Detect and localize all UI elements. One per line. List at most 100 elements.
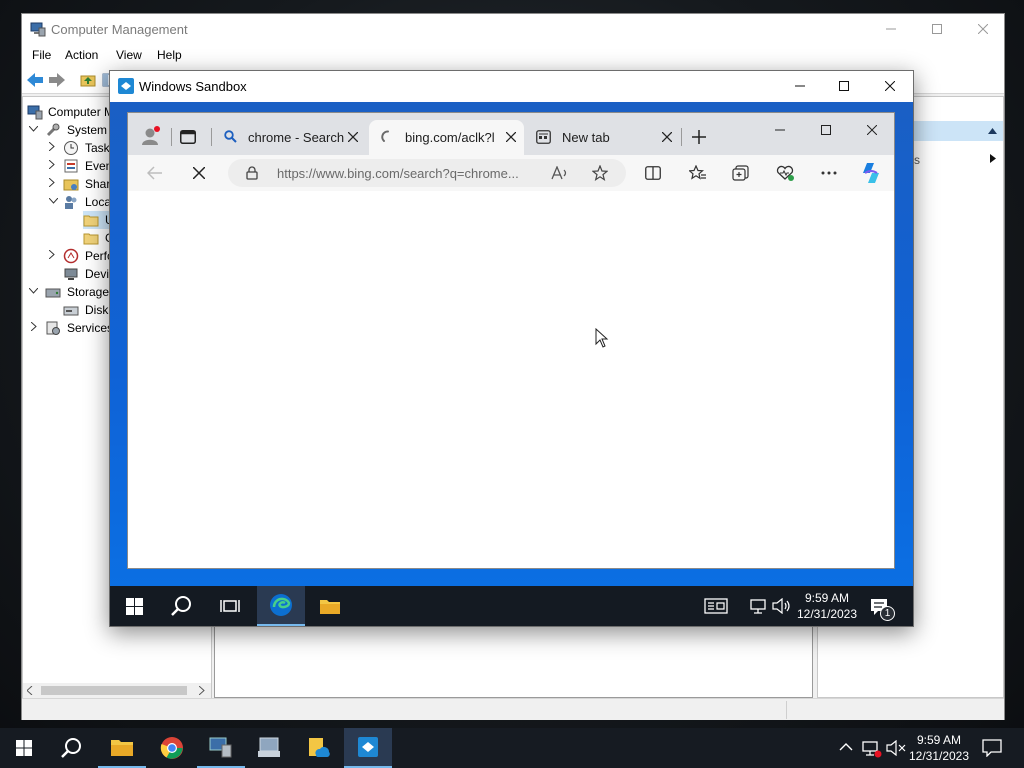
chevron-right-icon[interactable] [49, 160, 55, 169]
shared-folder-icon [63, 176, 79, 192]
split-screen-icon[interactable] [645, 166, 661, 180]
scroll-thumb[interactable] [41, 686, 187, 695]
collections-icon[interactable] [732, 165, 750, 181]
tab-label: bing.com/aclk?ld [405, 130, 495, 145]
file-explorer-taskbar-icon[interactable] [98, 728, 146, 768]
tab-new-tab[interactable]: New tab [528, 120, 673, 155]
new-tab-plus-icon[interactable] [692, 130, 706, 144]
folder-icon [83, 230, 99, 246]
favorites-icon[interactable] [689, 165, 707, 181]
cm-title-bar[interactable]: Computer Management [22, 14, 1004, 45]
network-icon[interactable] [750, 598, 768, 614]
sandbox-start-button[interactable] [110, 586, 158, 626]
back-arrow-icon[interactable] [147, 166, 163, 180]
close-tab-icon[interactable] [348, 132, 358, 142]
chrome-taskbar-icon[interactable] [148, 728, 196, 768]
show-hidden-icons-chevron[interactable] [839, 742, 853, 752]
more-options-icon[interactable] [821, 171, 837, 175]
sandbox-taskbar-icon[interactable] [344, 728, 392, 768]
sandbox-clock[interactable]: 9:59 AM 12/31/2023 [794, 590, 860, 622]
tab-separator [171, 128, 172, 146]
tab-actions-icon[interactable] [180, 130, 196, 144]
lock-icon[interactable] [246, 166, 258, 180]
cm-minimize-button[interactable] [868, 14, 914, 44]
action-center-icon[interactable] [982, 739, 1002, 757]
storage-icon [45, 284, 61, 300]
edge-tab-strip: chrome - Search bing.com/aclk?ld New tab [128, 113, 894, 155]
tab-chrome-search[interactable]: chrome - Search [216, 120, 366, 155]
address-bar[interactable]: https://www.bing.com/search?q=chrome... [228, 159, 626, 187]
sandbox-search-icon[interactable] [158, 586, 206, 626]
sandbox-task-view-icon[interactable] [206, 586, 254, 626]
menu-action[interactable]: Action [65, 48, 98, 62]
edge-page-content[interactable] [130, 191, 890, 566]
volume-icon[interactable] [772, 598, 792, 614]
taskbar-clock[interactable]: 9:59 AM 12/31/2023 [906, 732, 972, 764]
device-manager-icon [63, 266, 79, 282]
scroll-right-icon[interactable] [199, 686, 205, 695]
chevron-right-icon[interactable] [49, 178, 55, 187]
chevron-right-icon[interactable] [49, 142, 55, 151]
forward-arrow-icon[interactable] [48, 72, 66, 88]
menu-file[interactable]: File [32, 48, 51, 62]
sandbox-edge-taskbar-button[interactable] [257, 586, 305, 626]
scroll-left-icon[interactable] [27, 686, 33, 695]
edge-maximize-button[interactable] [803, 113, 849, 147]
news-widget-icon[interactable] [704, 598, 728, 614]
status-divider [786, 701, 787, 719]
close-tab-icon[interactable] [506, 132, 516, 142]
edge-close-button[interactable] [849, 113, 895, 147]
chevron-down-icon[interactable] [29, 126, 38, 132]
sandbox-taskbar: 9:59 AM 12/31/2023 1 [110, 586, 913, 626]
chevron-right-icon[interactable] [31, 322, 37, 331]
read-aloud-icon[interactable] [551, 166, 569, 180]
cm-maximize-button[interactable] [914, 14, 960, 44]
copilot-icon[interactable] [859, 161, 883, 185]
actions-header[interactable] [914, 121, 1003, 141]
taskbar-clock-time: 9:59 AM [916, 733, 962, 747]
collapse-up-icon[interactable] [988, 128, 997, 134]
up-folder-icon[interactable] [80, 72, 96, 88]
sandbox-desktop: chrome - Search bing.com/aclk?ld New tab [110, 102, 913, 586]
edge-minimize-button[interactable] [757, 113, 803, 147]
stop-loading-icon[interactable] [193, 167, 205, 179]
loading-icon [381, 130, 395, 144]
computer-management-taskbar-icon[interactable] [197, 728, 245, 768]
tree-label: Loca [85, 195, 112, 209]
sandbox-close-button[interactable] [867, 71, 913, 101]
network-disconnected-icon[interactable] [862, 740, 882, 758]
chevron-down-icon[interactable] [49, 198, 58, 204]
volume-muted-icon[interactable] [886, 740, 906, 756]
search-icon [224, 130, 237, 143]
start-button[interactable] [0, 728, 48, 768]
address-url[interactable]: https://www.bing.com/search?q=chrome... [277, 166, 519, 181]
more-actions-arrow-icon[interactable] [990, 154, 996, 163]
taskbar-search-icon[interactable] [48, 728, 96, 768]
edge-window[interactable]: chrome - Search bing.com/aclk?ld New tab [127, 112, 895, 569]
performance-icon [63, 248, 79, 264]
tab-bing-aclk[interactable]: bing.com/aclk?ld [369, 120, 524, 155]
sandbox-window[interactable]: Windows Sandbox chrome - Search bing.com… [109, 70, 914, 627]
chevron-right-icon[interactable] [49, 250, 55, 259]
chevron-down-icon[interactable] [29, 288, 38, 294]
onedrive-documents-taskbar-icon[interactable] [294, 728, 342, 768]
close-tab-icon[interactable] [662, 132, 672, 142]
profile-avatar-icon[interactable] [140, 125, 162, 147]
sandbox-clock-date: 12/31/2023 [796, 607, 858, 621]
favorite-star-icon[interactable] [592, 165, 608, 181]
more-actions-text[interactable]: s [914, 153, 920, 167]
browser-essentials-icon[interactable] [776, 165, 794, 181]
sandbox-maximize-button[interactable] [821, 71, 867, 101]
server-manager-taskbar-icon[interactable] [245, 728, 293, 768]
tree-horizontal-scrollbar[interactable] [23, 683, 211, 698]
services-icon [45, 320, 61, 336]
sandbox-minimize-button[interactable] [777, 71, 823, 101]
menu-view[interactable]: View [116, 48, 142, 62]
sandbox-clock-time: 9:59 AM [804, 591, 850, 605]
tree-label: Services [67, 321, 114, 335]
menu-help[interactable]: Help [157, 48, 182, 62]
sandbox-title-bar[interactable]: Windows Sandbox [110, 71, 913, 102]
back-arrow-icon[interactable] [26, 72, 44, 88]
cm-close-button[interactable] [960, 14, 1006, 44]
sandbox-file-explorer-icon[interactable] [306, 586, 354, 626]
